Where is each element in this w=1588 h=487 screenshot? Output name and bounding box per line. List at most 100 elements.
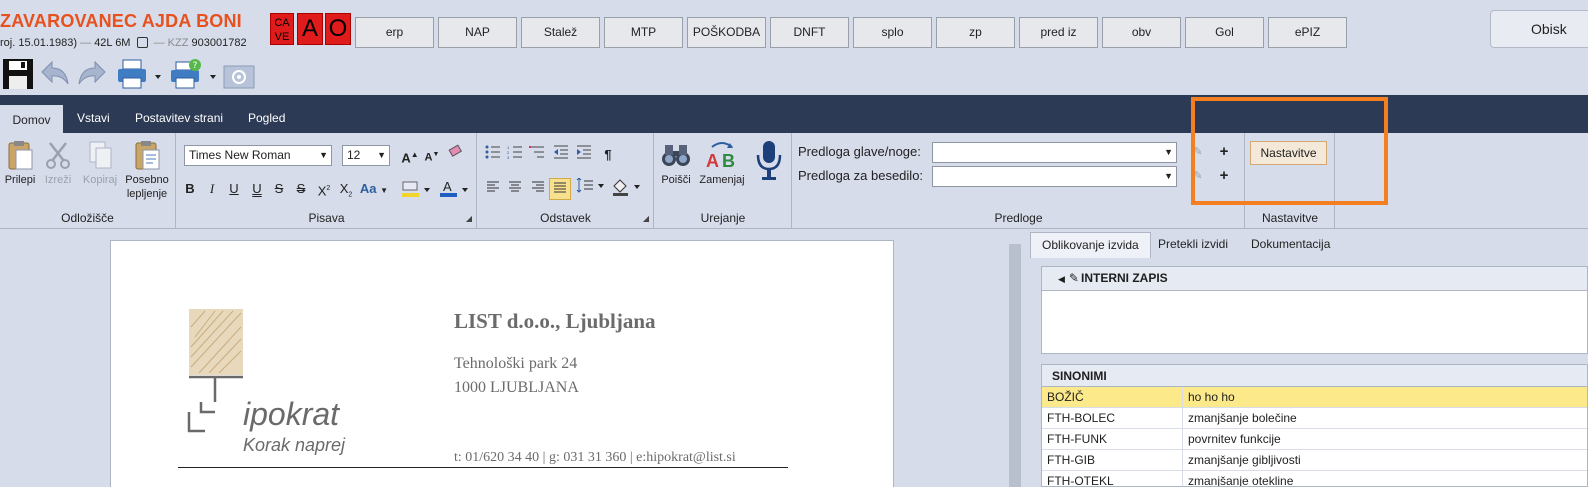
microphone-icon <box>753 139 785 183</box>
scissors-icon <box>42 139 74 171</box>
table-row[interactable]: FTH-FUNK povrnitev funkcije <box>1042 429 1587 450</box>
gol-button[interactable]: Gol <box>1185 17 1264 48</box>
dictation-button[interactable] <box>753 139 785 185</box>
kzz-number: 903001782 <box>191 37 247 49</box>
header-template-label: Predloga glave/noge: <box>798 144 921 159</box>
cave-flag[interactable]: CA VE <box>270 13 294 45</box>
svg-text:Korak naprej: Korak naprej <box>243 435 346 455</box>
tab-pretekli-izvidi[interactable]: Pretekli izvidi <box>1147 232 1239 258</box>
superscript-icon[interactable]: X2 <box>313 178 335 200</box>
paragraph-dialog-launcher-icon[interactable]: ◢ <box>643 214 649 223</box>
multilevel-list-icon[interactable] <box>526 144 548 166</box>
tab-dokumentacija[interactable]: Dokumentacija <box>1240 232 1341 258</box>
body-template-select[interactable]: ▼ <box>932 166 1177 187</box>
document-page[interactable]: ipokrat Korak naprej LIST d.o.o., Ljublj… <box>110 240 894 487</box>
o-flag[interactable]: O <box>325 13 351 45</box>
paragraph-group: 123 ¶ Odstavek ◢ <box>478 133 654 229</box>
paste-special-icon <box>131 139 163 171</box>
document-scrollbar[interactable] <box>1006 230 1024 487</box>
internal-note-body[interactable] <box>1042 291 1587 353</box>
obisk-button[interactable]: Obisk <box>1490 10 1588 48</box>
redo-icon[interactable] <box>75 58 109 90</box>
obv-button[interactable]: obv <box>1102 17 1181 48</box>
numbering-icon[interactable]: 123 <box>504 144 526 166</box>
stalez-button[interactable]: Stalež <box>521 17 600 48</box>
editing-group: Poišči AB Zamenjaj Urejanje <box>655 133 792 229</box>
templates-label: Predloge <box>994 211 1043 225</box>
print-icon[interactable] <box>115 58 163 90</box>
change-case-icon[interactable]: Aa ▼ <box>359 178 389 200</box>
font-size-select[interactable]: 12 ▼ <box>342 145 390 166</box>
font-color-icon[interactable]: A <box>437 178 471 200</box>
subscript-icon[interactable]: X2 <box>335 178 357 200</box>
dnft-button[interactable]: DNFT <box>770 17 849 48</box>
table-row[interactable]: FTH-BOLEC zmanjšanje bolečine <box>1042 408 1587 429</box>
table-row[interactable]: FTH-OTEKL zmanjšanje otekline <box>1042 471 1587 486</box>
collapse-icon[interactable]: ◀ <box>1058 274 1065 284</box>
double-strikethrough-icon[interactable]: S <box>290 178 312 200</box>
synonyms-panel: SINONIMI BOŽIČ ho ho ho FTH-BOLEC zmanjšan… <box>1041 364 1588 487</box>
document-area[interactable]: ipokrat Korak naprej LIST d.o.o., Ljublj… <box>0 230 1003 487</box>
undo-icon[interactable] <box>38 58 72 90</box>
font-group: Times New Roman ▼ 12 ▼ A▲ A▼ B I U U S S X… <box>177 133 477 229</box>
header-template-select[interactable]: ▼ <box>932 142 1177 163</box>
italic-icon[interactable]: I <box>201 178 223 200</box>
find-button[interactable]: Poišči <box>657 139 695 187</box>
splo-button[interactable]: splo <box>853 17 932 48</box>
paste-button[interactable]: Prilepi <box>2 139 38 187</box>
font-dialog-launcher-icon[interactable]: ◢ <box>466 214 472 223</box>
epiz-button[interactable]: ePIZ <box>1268 17 1347 48</box>
print-preview-icon[interactable]: ? <box>168 58 218 90</box>
a-flag[interactable]: A <box>297 13 323 45</box>
tab-oblikovanje-izvida[interactable]: Oblikovanje izvida <box>1030 232 1151 258</box>
tab-vstavi[interactable]: Vstavi <box>65 105 122 133</box>
copy-button[interactable]: Kopiraj <box>80 139 120 187</box>
internal-note-panel: ◀ ✎ INTERNI ZAPIS <box>1041 266 1588 354</box>
tab-pogled[interactable]: Pogled <box>236 105 297 133</box>
align-right-icon[interactable] <box>527 178 549 200</box>
align-left-icon[interactable] <box>482 178 504 200</box>
contact-line: t: 01/620 34 40 | g: 031 31 360 | e:hipo… <box>454 450 736 465</box>
increase-indent-icon[interactable] <box>573 144 595 166</box>
line-spacing-icon[interactable] <box>574 177 608 200</box>
bullets-icon[interactable] <box>482 144 504 166</box>
zp-button[interactable]: zp <box>936 17 1015 48</box>
replace-icon: AB <box>706 139 738 171</box>
tab-postavitev-strani[interactable]: Postavitev strani <box>123 105 235 133</box>
shading-icon[interactable] <box>610 178 644 200</box>
erp-button[interactable]: erp <box>355 17 434 48</box>
internal-note-header[interactable]: ◀ ✎ INTERNI ZAPIS <box>1042 267 1587 291</box>
bold-icon[interactable]: B <box>179 178 201 200</box>
save-icon[interactable] <box>1 58 35 90</box>
shrink-font-icon[interactable]: A▼ <box>421 144 443 166</box>
font-family-select[interactable]: Times New Roman ▼ <box>184 145 332 166</box>
patient-dob: roj. 15.01.1983) <box>0 37 78 49</box>
underline-icon[interactable]: U <box>223 178 245 200</box>
table-row[interactable]: FTH-GIB zmanjšanje gibljivosti <box>1042 450 1587 471</box>
paragraph-label: Odstavek <box>540 211 591 225</box>
scrollbar-track[interactable] <box>1009 244 1021 487</box>
cut-button[interactable]: Izreži <box>42 139 74 187</box>
grow-font-icon[interactable]: A▲ <box>399 144 421 166</box>
email-icon[interactable] <box>222 58 256 90</box>
table-row[interactable]: BOŽIČ ho ho ho <box>1042 387 1587 408</box>
clear-format-icon[interactable] <box>445 144 467 166</box>
strikethrough-icon[interactable]: S <box>268 178 290 200</box>
edit-icon[interactable]: ✎ <box>1069 271 1079 285</box>
poskodba-button[interactable]: POŠKODBA <box>687 17 766 48</box>
decrease-indent-icon[interactable] <box>550 144 572 166</box>
mtp-button[interactable]: MTP <box>604 17 683 48</box>
clipboard-group: Prilepi Izreži Kopiraj Posebno lepljenje … <box>0 133 176 229</box>
highlight-color-icon[interactable] <box>399 178 433 200</box>
paste-icon <box>4 139 36 171</box>
double-underline-icon[interactable]: U <box>246 178 268 200</box>
tab-domov[interactable]: Domov <box>0 105 63 133</box>
svg-text:A: A <box>443 179 452 194</box>
paste-special-button[interactable]: Posebno lepljenje <box>122 139 172 201</box>
pred-iz-button[interactable]: pred iz <box>1019 17 1098 48</box>
align-center-icon[interactable] <box>504 178 526 200</box>
justify-icon[interactable] <box>549 178 571 200</box>
replace-button[interactable]: AB Zamenjaj <box>697 139 747 187</box>
pilcrow-icon[interactable]: ¶ <box>597 144 619 166</box>
nap-button[interactable]: NAP <box>438 17 517 48</box>
